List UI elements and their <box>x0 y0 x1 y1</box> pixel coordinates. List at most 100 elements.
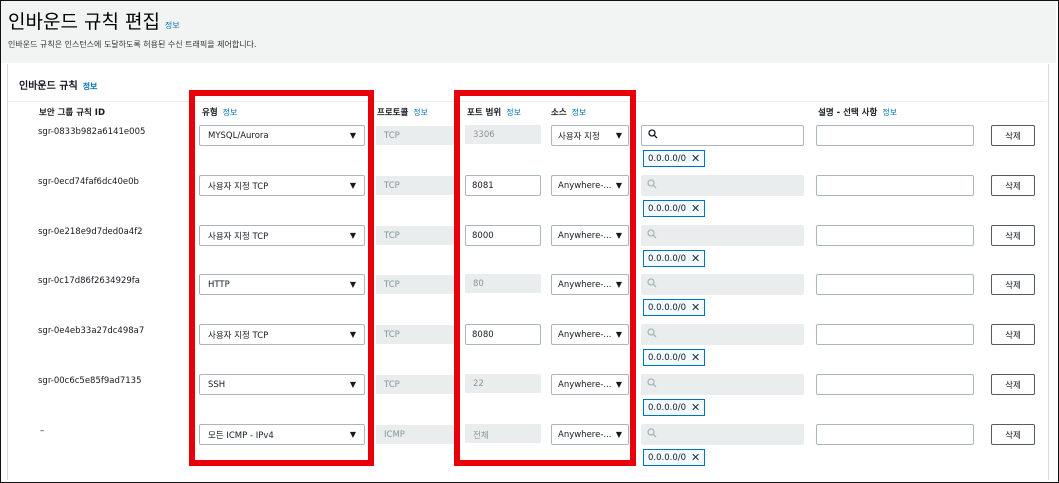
type-select-value: HTTP <box>208 279 230 290</box>
description-input[interactable] <box>816 324 974 345</box>
caret-down-icon: ▼ <box>615 181 622 190</box>
description-input[interactable] <box>816 374 974 395</box>
description-input[interactable] <box>816 125 974 146</box>
caret-down-icon: ▼ <box>615 380 622 389</box>
description-input[interactable] <box>816 274 974 295</box>
cidr-search-input <box>641 374 804 395</box>
delete-button[interactable]: 삭제 <box>991 225 1035 246</box>
description-info-link[interactable]: 정보 <box>882 108 897 117</box>
cidr-token-value: 0.0.0.0/0 <box>648 302 687 313</box>
page-header: 인바운드 규칙 편집 정보 인바운드 규칙은 인스턴스에 도달하도록 허용된 수신… <box>1 1 1056 63</box>
cidr-token: 0.0.0.0/0 ✕ <box>643 349 706 366</box>
title-info-link[interactable]: 정보 <box>165 21 180 30</box>
source-info-link[interactable]: 정보 <box>572 108 587 117</box>
type-select-value: 사용자 지정 TCP <box>208 330 269 341</box>
caret-down-icon: ▼ <box>615 430 622 439</box>
caret-down-icon: ▼ <box>349 131 356 140</box>
protocol-field: TCP <box>376 226 454 245</box>
port-range-input: 전체 <box>465 424 541 443</box>
col-header-rule-id: 보안 그룹 규칙 ID <box>39 108 106 118</box>
source-select[interactable]: Anywhere-... ▼ <box>551 324 629 345</box>
col-header-source-text: 소스 <box>551 108 567 118</box>
search-icon <box>647 378 657 391</box>
cidr-token: 0.0.0.0/0 ✕ <box>643 449 706 466</box>
type-select[interactable]: MYSQL/Aurora ▼ <box>199 125 365 146</box>
type-select[interactable]: 사용자 지정 TCP ▼ <box>199 225 365 246</box>
cidr-token-value: 0.0.0.0/0 <box>648 452 687 463</box>
close-icon[interactable]: ✕ <box>691 203 700 214</box>
protocol-info-link[interactable]: 정보 <box>413 108 428 117</box>
source-select-value: Anywhere-... <box>558 379 612 390</box>
rule-id: sgr-00c6c5e85f9ad7135 <box>38 376 142 386</box>
rule-id: sgr-0833b982a6141e005 <box>38 127 146 137</box>
col-header-protocol: 프로토콜 정보 <box>377 106 428 118</box>
cidr-search-input <box>641 225 804 246</box>
port-range-input[interactable]: 8081 <box>465 175 541 196</box>
type-select-value: SSH <box>208 379 226 390</box>
page-title: 인바운드 규칙 편집 정보 <box>8 7 180 34</box>
source-select[interactable]: Anywhere-... ▼ <box>551 225 629 246</box>
cidr-token: 0.0.0.0/0 ✕ <box>643 250 706 267</box>
source-select[interactable]: Anywhere-... ▼ <box>551 274 629 295</box>
delete-button[interactable]: 삭제 <box>991 125 1035 146</box>
description-input[interactable] <box>816 225 974 246</box>
close-icon[interactable]: ✕ <box>691 402 700 413</box>
port-range-input[interactable]: 8080 <box>465 324 541 345</box>
col-header-description-text: 설명 - 선택 사항 <box>818 108 878 118</box>
caret-down-icon: ▼ <box>349 330 356 339</box>
section-info-link[interactable]: 정보 <box>83 82 98 91</box>
type-select[interactable]: 사용자 지정 TCP ▼ <box>199 175 365 196</box>
col-header-type-text: 유형 <box>202 108 218 118</box>
port-info-link[interactable]: 정보 <box>506 108 521 117</box>
cidr-search-input[interactable] <box>641 125 804 146</box>
source-select-value: Anywhere-... <box>558 429 612 440</box>
type-info-link[interactable]: 정보 <box>223 108 238 117</box>
type-select[interactable]: HTTP ▼ <box>199 274 365 295</box>
type-select[interactable]: 사용자 지정 TCP ▼ <box>199 324 365 345</box>
type-select-value: 사용자 지정 TCP <box>208 231 269 242</box>
cidr-token-value: 0.0.0.0/0 <box>648 253 687 264</box>
caret-down-icon: ▼ <box>349 181 356 190</box>
caret-down-icon: ▼ <box>615 330 622 339</box>
close-icon[interactable]: ✕ <box>691 452 700 463</box>
description-input[interactable] <box>816 424 974 445</box>
source-select-value: Anywhere-... <box>558 329 612 340</box>
close-icon[interactable]: ✕ <box>691 302 700 313</box>
caret-down-icon: ▼ <box>615 131 622 140</box>
caret-down-icon: ▼ <box>349 430 356 439</box>
description-input[interactable] <box>816 175 974 196</box>
search-icon <box>647 278 657 291</box>
delete-button[interactable]: 삭제 <box>991 274 1035 295</box>
delete-button[interactable]: 삭제 <box>991 424 1035 445</box>
close-icon[interactable]: ✕ <box>691 253 700 264</box>
source-select[interactable]: 사용자 지정 ▼ <box>551 125 629 146</box>
col-header-description: 설명 - 선택 사항 정보 <box>818 106 897 118</box>
delete-button[interactable]: 삭제 <box>991 175 1035 196</box>
close-icon[interactable]: ✕ <box>691 352 700 363</box>
caret-down-icon: ▼ <box>349 380 356 389</box>
source-select[interactable]: Anywhere-... ▼ <box>551 374 629 395</box>
delete-button[interactable]: 삭제 <box>991 324 1035 345</box>
protocol-field: TCP <box>376 275 454 294</box>
source-select[interactable]: Anywhere-... ▼ <box>551 175 629 196</box>
cidr-token: 0.0.0.0/0 ✕ <box>643 299 706 316</box>
port-range-input: 80 <box>465 274 541 293</box>
protocol-field: TCP <box>376 375 454 394</box>
cidr-search-input <box>641 424 804 445</box>
close-icon[interactable]: ✕ <box>691 153 700 164</box>
type-select[interactable]: SSH ▼ <box>199 374 365 395</box>
col-header-type: 유형 정보 <box>202 106 237 118</box>
col-header-port-text: 포트 범위 <box>467 108 502 118</box>
cidr-token-value: 0.0.0.0/0 <box>648 153 687 164</box>
cidr-search-input <box>641 324 804 345</box>
type-select[interactable]: 모든 ICMP - IPv4 ▼ <box>199 424 365 445</box>
protocol-field: ICMP <box>376 425 454 444</box>
delete-button[interactable]: 삭제 <box>991 374 1035 395</box>
search-icon <box>647 328 657 341</box>
caret-down-icon: ▼ <box>615 280 622 289</box>
caret-down-icon: ▼ <box>615 231 622 240</box>
type-select-value: 사용자 지정 TCP <box>208 181 269 192</box>
port-range-input[interactable]: 8000 <box>465 225 541 246</box>
col-header-port-range: 포트 범위 정보 <box>467 106 521 118</box>
source-select[interactable]: Anywhere-... ▼ <box>551 424 629 445</box>
